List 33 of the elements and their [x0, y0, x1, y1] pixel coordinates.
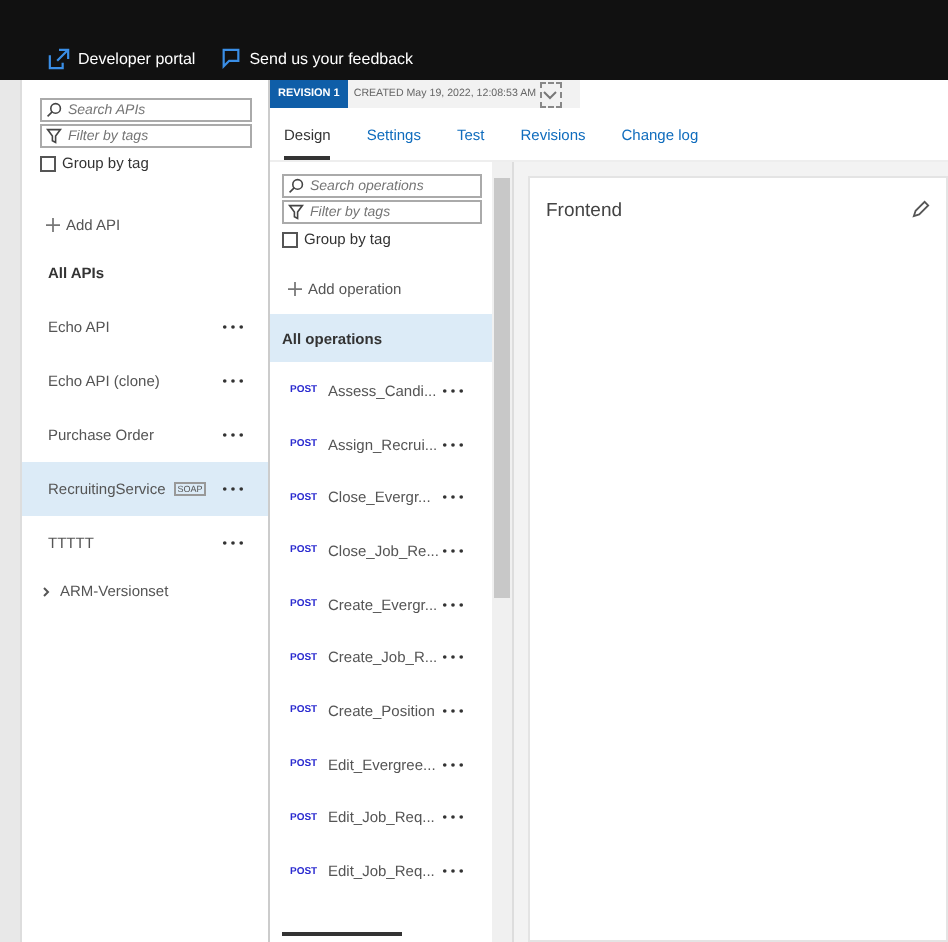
- scrollbar[interactable]: [0, 80, 22, 942]
- more-icon[interactable]: [442, 654, 464, 661]
- dropdown-icon[interactable]: [540, 81, 563, 107]
- more-icon[interactable]: [442, 494, 464, 501]
- more-icon[interactable]: [442, 441, 464, 448]
- more-icon[interactable]: [442, 387, 464, 394]
- feedback-icon: [219, 48, 242, 70]
- more-icon[interactable]: [222, 432, 244, 438]
- more-icon[interactable]: [222, 324, 244, 330]
- filter-icon: [46, 128, 62, 144]
- plus-icon: [46, 218, 60, 232]
- scrollbar[interactable]: [282, 932, 402, 936]
- plus-icon: [288, 282, 302, 296]
- more-icon[interactable]: [442, 707, 464, 714]
- edit-icon[interactable]: [912, 200, 930, 218]
- more-icon[interactable]: [442, 868, 464, 875]
- scrollbar[interactable]: [492, 162, 512, 942]
- card-title: Frontend: [546, 200, 623, 222]
- more-icon[interactable]: [222, 486, 244, 492]
- more-icon[interactable]: [442, 547, 464, 554]
- more-icon[interactable]: [222, 540, 244, 546]
- external-link-icon: [48, 48, 70, 70]
- search-icon: [46, 102, 62, 118]
- header-link[interactable]: Developer portal: [48, 48, 196, 70]
- search-icon: [288, 178, 304, 194]
- header-link[interactable]: Send us your feedback: [219, 48, 414, 70]
- more-icon[interactable]: [442, 601, 464, 608]
- filter-icon: [288, 204, 304, 220]
- checkbox[interactable]: [40, 155, 56, 171]
- more-icon[interactable]: [222, 378, 244, 384]
- more-icon[interactable]: [442, 814, 464, 821]
- checkbox[interactable]: [282, 231, 298, 247]
- more-icon[interactable]: [442, 761, 464, 768]
